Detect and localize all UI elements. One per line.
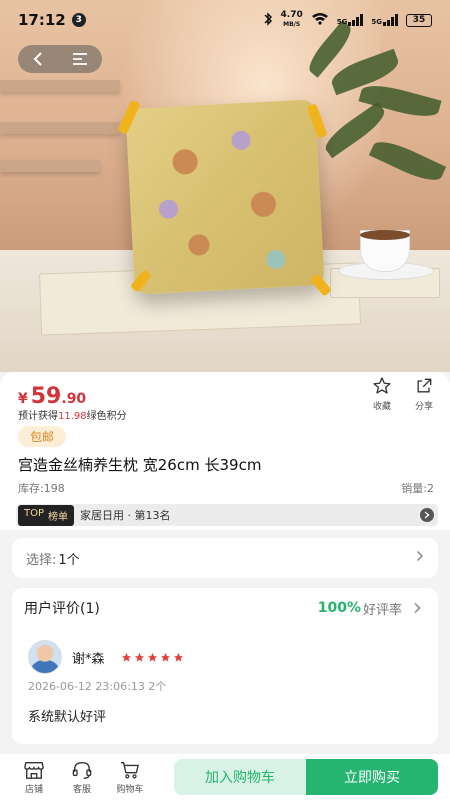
rating-stars bbox=[121, 652, 184, 663]
star-icon bbox=[121, 652, 131, 662]
star-icon bbox=[173, 652, 183, 662]
reward-points: 预计获得11.98绿色积分 bbox=[18, 411, 127, 422]
buy-now-button[interactable]: 立即购买 bbox=[306, 759, 438, 795]
back-arrow-icon[interactable] bbox=[32, 52, 44, 66]
pillow-product bbox=[125, 99, 325, 295]
bluetooth-icon bbox=[263, 11, 273, 29]
free-shipping-tag: 包邮 bbox=[18, 426, 67, 447]
star-icon bbox=[147, 652, 157, 662]
status-bar: 17:12 3 4.70 MB/S 5G 5G 35 bbox=[0, 0, 450, 40]
rank-text: 家居日用 · 第13名 bbox=[80, 509, 171, 522]
signal-2-icon: 5G bbox=[371, 14, 398, 26]
headset-icon bbox=[72, 761, 92, 779]
net-speed-unit: MB/S bbox=[283, 21, 301, 28]
battery-icon: 35 bbox=[406, 13, 432, 27]
notification-count-badge: 3 bbox=[71, 13, 86, 27]
price: ¥ 59 .90 bbox=[18, 384, 87, 409]
reviews-title: 用户评价(1) bbox=[24, 601, 100, 617]
chevron-right-icon bbox=[420, 508, 434, 522]
review-content: 系统默认好评 bbox=[28, 710, 107, 725]
shop-tab[interactable]: 店铺 bbox=[10, 760, 58, 795]
service-tab[interactable]: 客服 bbox=[58, 760, 106, 795]
spec-selector[interactable]: 选择: 1个 bbox=[12, 538, 438, 578]
menu-lines-icon[interactable] bbox=[72, 52, 88, 66]
status-time: 17:12 bbox=[18, 11, 66, 29]
cart-icon bbox=[120, 761, 139, 778]
cart-tab[interactable]: 购物车 bbox=[106, 760, 154, 795]
review-item: 谢*森 bbox=[28, 640, 184, 674]
star-outline-icon bbox=[373, 377, 391, 394]
chevron-right-icon bbox=[416, 550, 424, 566]
spec-value: 1个 bbox=[58, 552, 80, 568]
signal-1-icon: 5G bbox=[337, 14, 364, 26]
spec-label: 选择: bbox=[26, 552, 57, 568]
nav-pill bbox=[18, 45, 102, 73]
ranking-bar[interactable]: TOP 榜单 家居日用 · 第13名 bbox=[16, 504, 438, 526]
top-rank-badge: TOP 榜单 bbox=[18, 504, 75, 526]
review-time: 2026-06-12 23:06:13 2个 bbox=[28, 680, 167, 693]
reviews-card: 用户评价(1) 100% 好评率 谢*森 2026-06-12 23:06:13… bbox=[12, 588, 438, 744]
positive-rate[interactable]: 100% 好评率 bbox=[318, 599, 424, 618]
share-icon bbox=[417, 378, 432, 393]
product-title: 宫造金丝楠养生枕 宽26cm 长39cm bbox=[18, 456, 262, 474]
wifi-icon bbox=[311, 12, 329, 28]
add-to-cart-button[interactable]: 加入购物车 bbox=[174, 759, 306, 795]
stock-count: 库存:198 bbox=[18, 482, 65, 495]
chevron-right-icon bbox=[414, 602, 421, 614]
star-icon bbox=[160, 652, 170, 662]
favorite-button[interactable]: 收藏 bbox=[372, 376, 392, 412]
product-info-panel: ¥ 59 .90 预计获得11.98绿色积分 收藏 分享 包邮 宫造金丝楠养生枕… bbox=[0, 372, 450, 530]
share-button[interactable]: 分享 bbox=[414, 376, 434, 412]
star-icon bbox=[134, 652, 144, 662]
net-speed-value: 4.70 bbox=[280, 10, 303, 20]
shop-icon bbox=[24, 761, 44, 779]
sales-count: 销量:2 bbox=[401, 482, 434, 495]
bottom-action-bar: 店铺 客服 购物车 加入购物车 立即购买 bbox=[0, 754, 450, 800]
avatar bbox=[28, 640, 62, 674]
reviewer-name: 谢*森 bbox=[72, 651, 105, 667]
